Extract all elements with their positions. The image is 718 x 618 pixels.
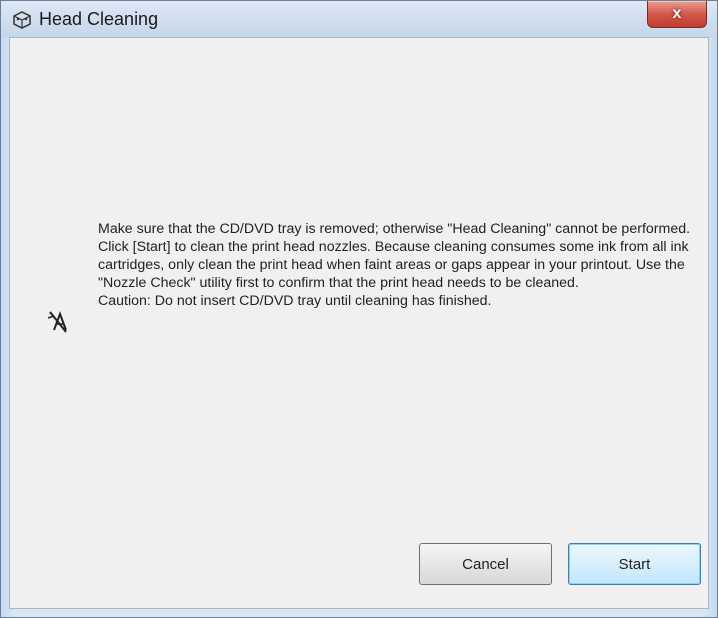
cancel-button[interactable]: Cancel [419,543,552,585]
head-cleaning-icon [46,308,72,336]
close-button[interactable]: x [647,1,707,28]
close-icon: x [672,5,682,22]
printer-head-icon [11,10,33,30]
cancel-button-label: Cancel [462,555,509,573]
dialog-body: Make sure that the CD/DVD tray is remove… [9,37,709,609]
instructions-paragraph: Make sure that the CD/DVD tray is remove… [98,221,691,291]
instructions-text: Make sure that the CD/DVD tray is remove… [98,220,708,310]
title-bar[interactable]: Head Cleaning x [1,1,717,37]
start-button[interactable]: Start [568,543,701,585]
caution-text: Caution: Do not insert CD/DVD tray until… [98,293,492,309]
head-cleaning-dialog: Head Cleaning x Make sure that the CD/DV… [0,0,718,618]
window-title: Head Cleaning [39,9,159,29]
start-button-label: Start [618,555,651,573]
